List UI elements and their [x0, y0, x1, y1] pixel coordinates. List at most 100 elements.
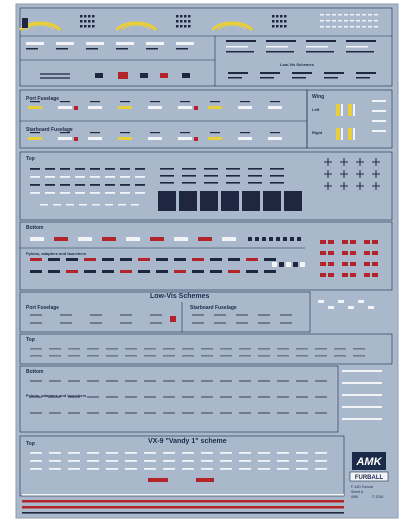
stencil-line: [86, 48, 98, 50]
wing-white-decal: [341, 128, 343, 140]
bottom-placard: [54, 237, 68, 241]
section-label-low-vis-top: Top: [26, 337, 35, 343]
stencil-line: [324, 72, 344, 74]
vx9-stencil: [239, 452, 251, 454]
low-vis-top-stencil: [30, 355, 42, 357]
top-stencil: [248, 168, 262, 170]
red-placard: [118, 72, 128, 79]
top-stencil: [135, 184, 145, 186]
bottom-placard: [102, 237, 116, 241]
low-vis-stencil: [90, 314, 102, 316]
top-stencil: [226, 168, 240, 170]
stencil-white-bar: [346, 46, 368, 48]
fuselage-stencil: [178, 137, 192, 140]
fuselage-stencil-line: [120, 132, 130, 134]
low-vis-top-stencil: [106, 348, 118, 350]
pylon-stencil: [30, 270, 42, 273]
stencil-mark: [332, 20, 336, 22]
stencil-white-bar: [26, 42, 44, 45]
stencil-mark: [368, 14, 372, 16]
section-label-wing-left: Left: [312, 107, 320, 112]
fuselage-stencil-line: [60, 101, 70, 103]
vx9-stencil: [220, 460, 232, 462]
low-vis-top-stencil: [277, 348, 289, 350]
red-warning-decal: [74, 137, 78, 141]
top-stencil: [75, 168, 85, 170]
stencil-dot: [88, 20, 91, 23]
low-vis-bottom-stencil: [125, 412, 137, 414]
stencil-mark: [344, 14, 348, 16]
red-warning-decal: [194, 137, 198, 141]
pylon-stencil: [156, 258, 168, 261]
pylon-stencil: [264, 258, 276, 261]
section-label-low-vis-port: Port Fuselage: [26, 305, 59, 311]
low-vis-top-stencil: [49, 348, 61, 350]
top-stencil: [160, 168, 174, 170]
stencil-mark: [374, 20, 378, 22]
stencil-line: [292, 72, 312, 74]
top-stencil: [90, 192, 100, 194]
vx9-stencil: [315, 452, 327, 454]
low-vis-bottom-stencil: [106, 412, 118, 414]
vx9-stencil: [30, 452, 42, 454]
stencil-line: [228, 77, 242, 79]
stencil-mark: [368, 20, 372, 22]
vx9-stencil: [163, 460, 175, 462]
pylon-red-decal: [364, 273, 370, 277]
stencil-line: [306, 51, 334, 53]
vx9-stencil: [220, 468, 232, 470]
pylon-red-decal: [350, 273, 356, 277]
stencil-white-bar: [176, 42, 194, 45]
fuselage-stencil: [58, 106, 72, 109]
pylon-stencil: [228, 258, 240, 261]
vx9-stencil: [277, 468, 289, 470]
vx9-stencil: [125, 468, 137, 470]
top-stencil-white: [66, 204, 74, 206]
low-vis-top-stencil: [258, 355, 270, 357]
fuselage-stencil: [88, 137, 102, 140]
stencil-dot: [92, 15, 95, 18]
top-stencil: [270, 182, 284, 184]
pylon-stencil: [192, 270, 204, 273]
vx9-stencil: [125, 460, 137, 462]
top-stencil: [90, 176, 100, 178]
low-vis-bottom-stencil: [220, 412, 232, 414]
section-label-port-fuselage: Port Fuselage: [26, 96, 59, 102]
top-stencil-white: [53, 204, 61, 206]
low-vis-top-stencil: [239, 355, 251, 357]
low-vis-top-stencil: [296, 355, 308, 357]
stencil-mark: [326, 14, 330, 16]
low-vis-top-stencil: [144, 355, 156, 357]
stencil-line: [176, 48, 188, 50]
vx9-stencil: [182, 452, 194, 454]
low-vis-title: Low-Vis Schemes: [150, 293, 210, 300]
stencil-dot: [80, 20, 83, 23]
walkway-panel: [242, 191, 260, 211]
fuselage-stencil: [148, 137, 162, 140]
red-warning-decal: [74, 106, 78, 110]
fuselage-stencil: [268, 137, 282, 140]
low-vis-stencil: [30, 314, 42, 316]
low-vis-stencil: [214, 314, 226, 316]
top-stencil-white: [92, 204, 100, 206]
pylon-red-decal: [364, 251, 370, 255]
stencil-dot: [280, 15, 283, 18]
low-vis-stencil: [236, 322, 248, 324]
bottom-placard: [174, 237, 188, 241]
vx9-stencil: [315, 468, 327, 470]
top-stencil: [105, 184, 115, 186]
vx9-stencil: [87, 460, 99, 462]
stencil-line: [226, 40, 256, 42]
stencil-mark: [344, 26, 348, 28]
low-vis-bottom-white: [342, 382, 382, 384]
top-stencil: [30, 168, 40, 170]
top-stencil: [182, 175, 196, 177]
low-vis-top-stencil: [87, 355, 99, 357]
vx9-stencil: [106, 460, 118, 462]
low-vis-bottom-white: [342, 370, 382, 372]
fuselage-stencil: [238, 106, 252, 109]
low-vis-stencil: [60, 314, 72, 316]
pylon-marker: [286, 262, 291, 267]
stencil-dot: [92, 20, 95, 23]
stencil-dot: [280, 25, 283, 28]
